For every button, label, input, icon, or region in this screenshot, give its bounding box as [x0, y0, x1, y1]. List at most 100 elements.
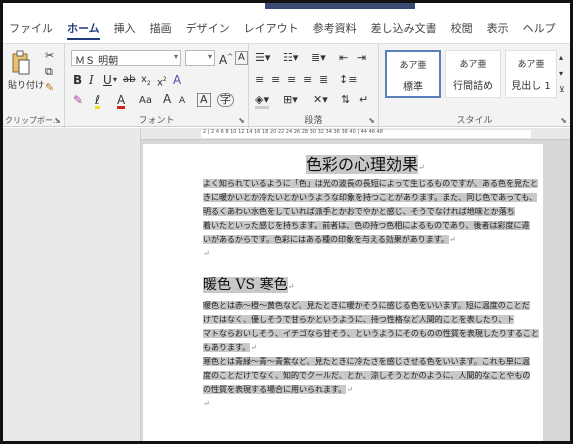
shrink-font-button[interactable]: A: [179, 95, 185, 107]
subscript-icon[interactable]: x2: [141, 74, 151, 90]
superscript-icon[interactable]: x2: [157, 74, 167, 89]
tab-review[interactable]: 校閲: [451, 20, 473, 36]
text-line: よく知られているように「色」は光の波長の長短によって生じるものですが、ある色を見…: [203, 179, 538, 188]
text-effects-icon[interactable]: A: [173, 74, 181, 86]
increase-indent-icon[interactable]: ⇥: [357, 52, 366, 64]
decrease-indent-icon[interactable]: ⇤: [339, 52, 348, 64]
sort-icon[interactable]: ⇅: [341, 94, 350, 106]
grow-font-icon[interactable]: A^: [219, 51, 233, 66]
numbering-icon[interactable]: ☷▾: [283, 52, 298, 64]
tab-insert[interactable]: 挿入: [114, 20, 136, 36]
tab-home[interactable]: ホーム: [67, 20, 100, 40]
cut-icon[interactable]: ✂: [45, 50, 54, 62]
font-group-label: フォント: [138, 116, 175, 126]
borders-icon[interactable]: ⊞▾: [283, 94, 298, 106]
clipboard-launcher-icon[interactable]: ⬊: [54, 116, 61, 125]
paragraph-3[interactable]: 寒色とは青緑～青～青紫など、見たときに冷たさを感じさせる色をいいます。これも単に…: [203, 355, 548, 411]
text-line: 明るくあわい水色をしていれば派手とかおでやかと感じ、そうでなければ地味とか落ち: [203, 207, 515, 216]
tab-layout[interactable]: レイアウト: [244, 20, 299, 36]
paragraph-mark: ↵: [448, 235, 456, 244]
distributed-icon[interactable]: ≣: [319, 74, 328, 86]
font-size-box[interactable]: ▾: [185, 50, 215, 66]
chevron-down-icon[interactable]: ▾: [208, 52, 212, 61]
style-no-spacing[interactable]: あア亜 行間詰め: [445, 50, 501, 98]
font-name-box[interactable]: ＭＳ 明朝 ▾: [71, 50, 181, 67]
underline-icon[interactable]: U: [103, 74, 112, 86]
document-title[interactable]: 色彩の心理効果↵: [306, 151, 425, 175]
style-heading-1[interactable]: あア亜 見出し 1: [505, 50, 557, 98]
chevron-down-icon[interactable]: ▾: [174, 52, 178, 61]
paragraph-mark: ↵: [203, 399, 210, 408]
ribbon-tabs: ファイル ホーム 挿入 描画 デザイン レイアウト 参考資料 差し込み文書 校閲…: [3, 17, 570, 40]
text-line: 寒色とは青緑～青～青紫など、見たときに冷たさを感じさせる色をいいます。これも単に…: [203, 357, 530, 366]
tab-view[interactable]: 表示: [487, 20, 509, 36]
paragraph-group-label: 段落: [304, 116, 323, 126]
clear-format-icon[interactable]: A: [235, 51, 248, 65]
ruler-ticks: 2 | 2 4 6 8 10 12 14 16 18 20 22 24 26 2…: [203, 129, 383, 135]
highlight-pen-icon[interactable]: ✎: [73, 94, 83, 106]
italic-icon[interactable]: I: [89, 74, 94, 86]
styles-launcher-icon[interactable]: ⬊: [560, 116, 567, 125]
change-case-button[interactable]: Aa: [139, 95, 152, 107]
paragraph-2[interactable]: 暖色とは赤～橙～黄色など、見たときに暖かそうに感じる色をいいます。短に温度のこと…: [203, 299, 548, 355]
font-group: ＭＳ 明朝 ▾ ▾ A^ A B I U ▾ ab x2 x2 A ✎ ℓ A …: [65, 44, 249, 128]
align-center-icon[interactable]: ≡: [271, 74, 280, 86]
copy-icon[interactable]: ⧉: [45, 66, 53, 78]
text-line: けではなく、優しそうで甘らかというように、持つ性格など人間的ことを表したり、ト: [203, 315, 515, 324]
paragraph-1[interactable]: よく知られているように「色」は光の波長の長短によって生じるものですが、ある色を見…: [203, 177, 548, 261]
tab-draw[interactable]: 描画: [150, 20, 172, 36]
tab-file[interactable]: ファイル: [9, 20, 53, 36]
horizontal-ruler[interactable]: 2 | 2 4 6 8 10 12 14 16 18 20 22 24 26 2…: [141, 128, 570, 140]
show-marks-icon[interactable]: ↵: [359, 94, 368, 106]
paragraph-group: ☰▾ ☷▾ ≣▾ ⇤ ⇥ ≡ ≡ ≡ ≡ ≣ ↕≡ ◈▾ ⊞▾ ✕▾ ⇅ ↵ 段…: [249, 44, 379, 128]
character-border-icon[interactable]: A: [197, 93, 211, 107]
multilevel-list-icon[interactable]: ≣▾: [311, 52, 326, 64]
title-bar-accent: [265, 3, 415, 9]
align-left-icon[interactable]: ≡: [255, 74, 264, 86]
style-label: 標準: [403, 82, 423, 93]
styles-group: あア亜 標準 あア亜 行間詰め あア亜 見出し 1 ▴ ▾ ⊻ スタイル ⬊: [379, 44, 570, 128]
format-painter-icon[interactable]: ✎: [45, 82, 54, 94]
align-right-icon[interactable]: ≡: [287, 74, 296, 86]
font-name-value: ＭＳ 明朝: [75, 56, 119, 67]
paragraph-mark: ↵: [346, 385, 353, 394]
enclosed-character-icon[interactable]: 字: [217, 93, 234, 107]
highlight-color-icon[interactable]: ℓ: [95, 94, 100, 109]
text-line: いがあるからです。色彩にはある種の印象を与える効果があります。: [203, 235, 449, 244]
grow-font-button[interactable]: A: [163, 93, 171, 105]
text-line: の性質を表現する場合に用いられます。: [203, 385, 347, 394]
paragraph-mark: ↵: [203, 249, 210, 258]
styles-group-label: スタイル: [456, 116, 493, 126]
section-heading[interactable]: 暖色 VS 寒色↵: [203, 274, 294, 294]
word-window: ファイル ホーム 挿入 描画 デザイン レイアウト 参考資料 差し込み文書 校閲…: [0, 0, 573, 444]
clipboard-group: 貼り付け ✂ ⧉ ✎ クリップボー... ⬊: [3, 44, 65, 128]
tab-references[interactable]: 参考資料: [313, 20, 357, 36]
styles-scroll-down-icon[interactable]: ▾: [559, 68, 563, 80]
text-line: 着いたといった感じを持ちます。前者は、色の持つ色相によるものであり、後者は彩度に…: [203, 221, 530, 230]
bullets-icon[interactable]: ☰▾: [255, 52, 270, 64]
style-normal[interactable]: あア亜 標準: [385, 50, 441, 98]
text-line: きに暖かいとか冷たいとかいうような印象を持つことがあります。また、同じ色であって…: [203, 193, 538, 202]
tab-mailings[interactable]: 差し込み文書: [371, 20, 437, 36]
text-line: 暖色とは赤～橙～黄色など、見たときに暖かそうに感じる色をいいます。短に温度のこと…: [203, 301, 530, 310]
style-label: 行間詰め: [453, 81, 493, 92]
paste-icon[interactable]: [11, 50, 31, 76]
shading-icon[interactable]: ◈▾: [255, 94, 269, 109]
paragraph-launcher-icon[interactable]: ⬊: [368, 116, 375, 125]
paste-label[interactable]: 貼り付け: [8, 80, 44, 92]
strikethrough-icon[interactable]: ab: [123, 74, 135, 86]
font-launcher-icon[interactable]: ⬊: [238, 116, 245, 125]
line-spacing-icon[interactable]: ↕≡: [339, 74, 357, 86]
text-line: もあります。: [203, 343, 251, 352]
styles-scroll-up-icon[interactable]: ▴: [559, 52, 563, 64]
chevron-down-icon[interactable]: ▾: [113, 74, 117, 86]
tab-help[interactable]: ヘルプ: [523, 20, 556, 36]
styles-more-icon[interactable]: ⊻: [559, 84, 565, 96]
justify-icon[interactable]: ≡: [303, 74, 312, 86]
paragraph-mark: ↵: [250, 343, 257, 352]
bold-icon[interactable]: B: [73, 74, 82, 86]
style-preview: あア亜: [517, 60, 545, 70]
tab-design[interactable]: デザイン: [186, 20, 230, 36]
font-color-icon[interactable]: A: [117, 94, 126, 109]
asian-layout-icon[interactable]: ✕▾: [313, 94, 328, 106]
